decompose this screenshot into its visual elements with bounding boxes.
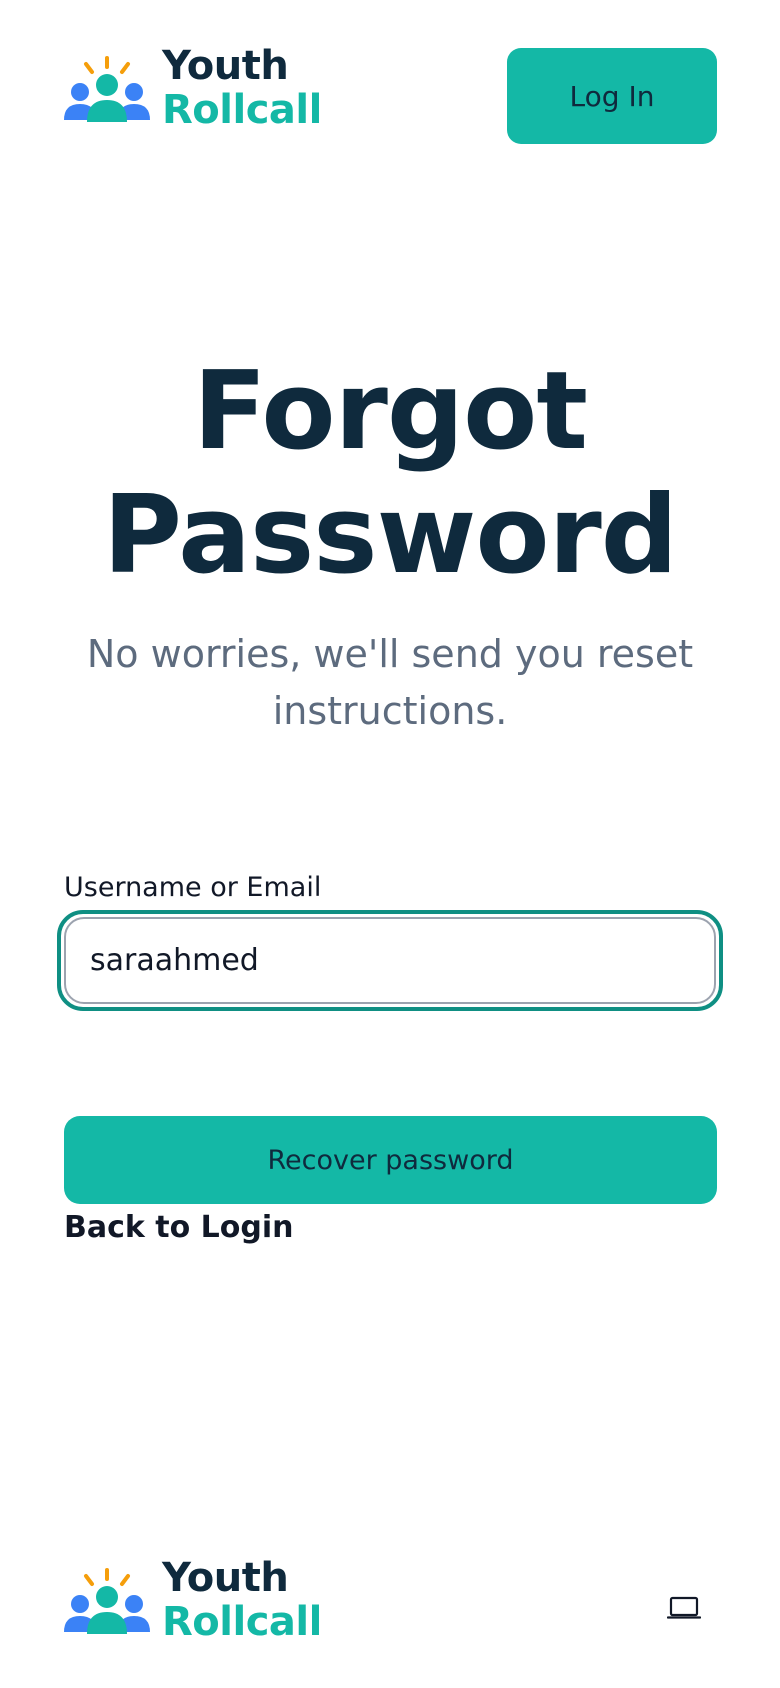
- brand-word-rollcall: Rollcall: [162, 1599, 322, 1645]
- login-button[interactable]: Log In: [507, 48, 717, 144]
- brand-word-youth: Youth: [162, 43, 289, 89]
- back-to-login-link[interactable]: Back to Login: [64, 1210, 294, 1245]
- username-label: Username or Email: [64, 872, 322, 903]
- theme-toggle-button[interactable]: [664, 1588, 704, 1628]
- people-group-logo-icon: [64, 56, 150, 122]
- page-title: Forgot Password: [102, 349, 678, 598]
- brand-name: Youth Rollcall: [162, 44, 322, 132]
- username-input[interactable]: [64, 917, 716, 1004]
- brand-word-rollcall: Rollcall: [162, 87, 322, 133]
- username-focus-ring: [57, 910, 723, 1011]
- page-subtitle: No worries, we'll send you reset instruc…: [86, 632, 694, 733]
- header-brand[interactable]: Youth Rollcall: [64, 44, 322, 132]
- site-header: Youth Rollcall Log In: [0, 0, 780, 200]
- footer-brand[interactable]: Youth Rollcall: [64, 1556, 322, 1644]
- recover-password-button[interactable]: Recover password: [64, 1116, 717, 1204]
- people-group-logo-icon: [64, 1568, 150, 1634]
- brand-name: Youth Rollcall: [162, 1556, 322, 1644]
- brand-word-youth: Youth: [162, 1555, 289, 1601]
- laptop-icon: [667, 1596, 701, 1619]
- site-footer: Youth Rollcall: [0, 1520, 780, 1688]
- forgot-password-page: Youth Rollcall Log In Forgot Password No…: [0, 0, 780, 1688]
